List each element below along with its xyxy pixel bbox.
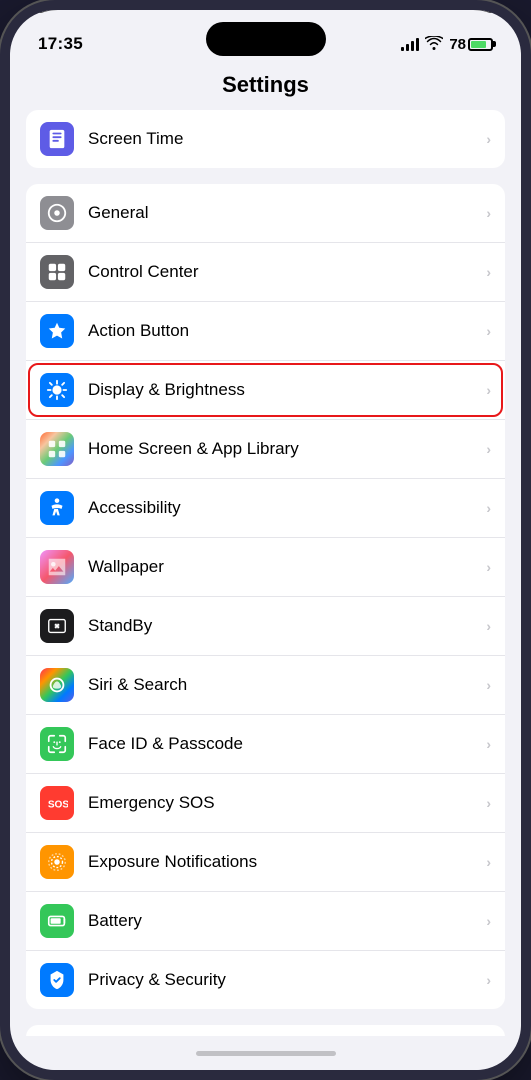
home-indicator: [10, 1036, 521, 1070]
action-button-chevron: ›: [486, 323, 491, 339]
settings-group-apps: App Store › Wallet & Apple Pay: [26, 1025, 505, 1036]
battery-percent-text: 78: [449, 36, 466, 53]
signal-bar-3: [411, 41, 414, 51]
privacy-icon: [40, 963, 74, 997]
wallpaper-icon: [40, 550, 74, 584]
screen-time-chevron: ›: [486, 131, 491, 147]
settings-item-standby[interactable]: StandBy ›: [26, 597, 505, 656]
settings-item-display-brightness[interactable]: Display & Brightness ›: [26, 361, 505, 420]
status-bar: 17:35 78: [10, 10, 521, 64]
emergency-sos-label: Emergency SOS: [88, 793, 478, 813]
signal-bars-icon: [401, 37, 419, 51]
screen: 17:35 78: [10, 10, 521, 1070]
face-id-chevron: ›: [486, 736, 491, 752]
face-id-icon: [40, 727, 74, 761]
battery-chevron: ›: [486, 913, 491, 929]
standby-label: StandBy: [88, 616, 478, 636]
settings-item-battery[interactable]: Battery ›: [26, 892, 505, 951]
display-brightness-label: Display & Brightness: [88, 380, 478, 400]
nav-header: Settings: [10, 64, 521, 110]
settings-item-wallpaper[interactable]: Wallpaper ›: [26, 538, 505, 597]
settings-item-privacy[interactable]: Privacy & Security ›: [26, 951, 505, 1009]
general-icon: [40, 196, 74, 230]
wallpaper-chevron: ›: [486, 559, 491, 575]
siri-icon: [40, 668, 74, 702]
wifi-icon: [425, 36, 443, 53]
settings-item-app-store[interactable]: App Store ›: [26, 1025, 505, 1036]
battery-indicator: 78: [449, 36, 493, 53]
settings-scroll[interactable]: Screen Time ›: [10, 110, 521, 1036]
display-brightness-icon: [40, 373, 74, 407]
page-title: Settings: [222, 72, 309, 97]
screen-time-label: Screen Time: [88, 129, 478, 149]
settings-item-home-screen[interactable]: Home Screen & App Library ›: [26, 420, 505, 479]
home-screen-icon: [40, 432, 74, 466]
privacy-chevron: ›: [486, 972, 491, 988]
exposure-label: Exposure Notifications: [88, 852, 478, 872]
accessibility-chevron: ›: [486, 500, 491, 516]
dynamic-island: [206, 22, 326, 56]
wallpaper-label: Wallpaper: [88, 557, 478, 577]
general-chevron: ›: [486, 205, 491, 221]
settings-item-screen-time[interactable]: Screen Time ›: [26, 110, 505, 168]
settings-list-system: General › Control: [26, 184, 505, 1009]
emergency-sos-icon: SOS: [40, 786, 74, 820]
settings-item-control-center[interactable]: Control Center ›: [26, 243, 505, 302]
action-button-label: Action Button: [88, 321, 478, 341]
standby-chevron: ›: [486, 618, 491, 634]
control-center-chevron: ›: [486, 264, 491, 280]
phone-frame: 17:35 78: [0, 0, 531, 1080]
settings-list-screen-time: Screen Time ›: [26, 110, 505, 168]
control-center-label: Control Center: [88, 262, 478, 282]
exposure-icon: [40, 845, 74, 879]
emergency-sos-chevron: ›: [486, 795, 491, 811]
settings-group-system: General › Control: [26, 184, 505, 1009]
accessibility-icon: [40, 491, 74, 525]
status-time: 17:35: [38, 34, 83, 54]
general-label: General: [88, 203, 478, 223]
screen-time-icon: [40, 122, 74, 156]
svg-text:SOS: SOS: [48, 800, 68, 811]
status-icons: 78: [401, 36, 493, 53]
privacy-label: Privacy & Security: [88, 970, 478, 990]
settings-item-general[interactable]: General ›: [26, 184, 505, 243]
battery-fill: [471, 41, 486, 48]
home-bar: [196, 1051, 336, 1056]
control-center-icon: [40, 255, 74, 289]
settings-item-exposure[interactable]: Exposure Notifications ›: [26, 833, 505, 892]
battery-icon: [468, 38, 493, 51]
standby-icon: [40, 609, 74, 643]
home-screen-chevron: ›: [486, 441, 491, 457]
signal-bar-1: [401, 47, 404, 51]
battery-label: Battery: [88, 911, 478, 931]
signal-bar-2: [406, 44, 409, 51]
display-brightness-chevron: ›: [486, 382, 491, 398]
home-screen-label: Home Screen & App Library: [88, 439, 478, 459]
settings-item-siri[interactable]: Siri & Search ›: [26, 656, 505, 715]
siri-chevron: ›: [486, 677, 491, 693]
action-button-icon: [40, 314, 74, 348]
settings-list-apps: App Store › Wallet & Apple Pay: [26, 1025, 505, 1036]
battery-settings-icon: [40, 904, 74, 938]
settings-group-screen-time: Screen Time ›: [26, 110, 505, 168]
settings-item-emergency-sos[interactable]: SOS Emergency SOS ›: [26, 774, 505, 833]
siri-label: Siri & Search: [88, 675, 478, 695]
exposure-chevron: ›: [486, 854, 491, 870]
face-id-label: Face ID & Passcode: [88, 734, 478, 754]
accessibility-label: Accessibility: [88, 498, 478, 518]
signal-bar-4: [416, 38, 419, 51]
settings-item-action-button[interactable]: Action Button ›: [26, 302, 505, 361]
settings-item-accessibility[interactable]: Accessibility ›: [26, 479, 505, 538]
settings-item-face-id[interactable]: Face ID & Passcode ›: [26, 715, 505, 774]
